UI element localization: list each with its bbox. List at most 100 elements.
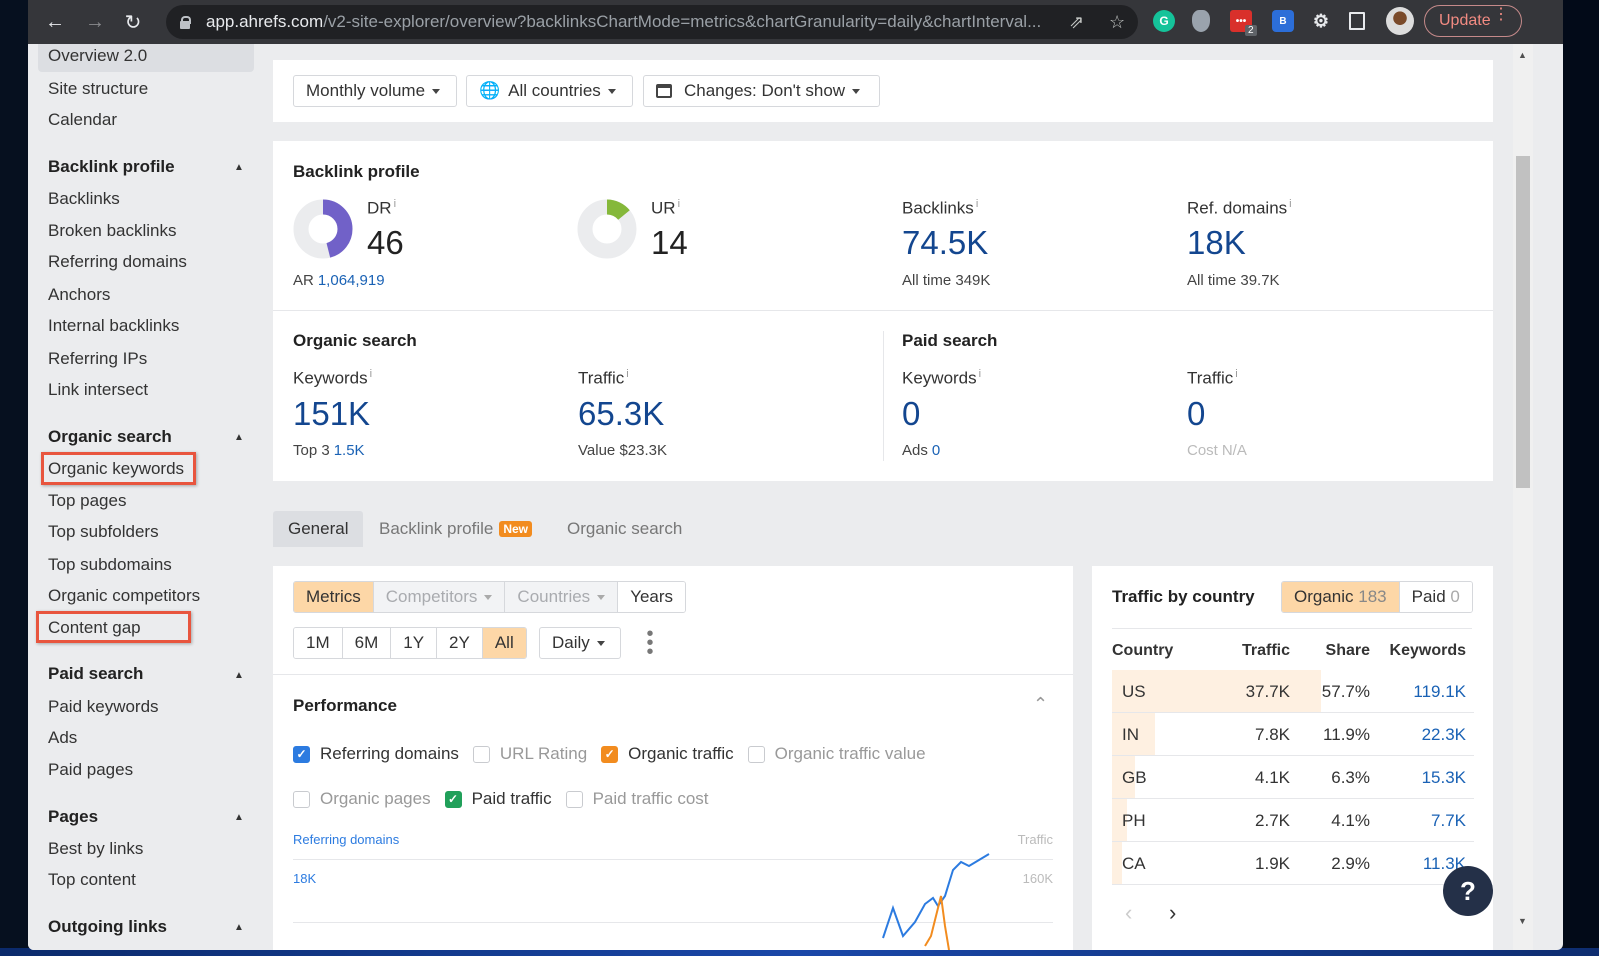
share-icon[interactable]: ⇗ — [1069, 12, 1084, 33]
page-scrollbar[interactable]: ▲ ▼ — [1513, 44, 1533, 950]
backlinks-value[interactable]: 74.5K — [902, 224, 988, 262]
paid-toggle-button[interactable]: Paid 0 — [1399, 582, 1472, 612]
sidebar-item-referring-ips[interactable]: Referring IPs — [48, 349, 147, 369]
info-icon[interactable]: i — [394, 198, 396, 210]
top3-value[interactable]: 1.5K — [334, 442, 365, 459]
table-row[interactable]: US 37.7K 57.7% 119.1K — [1112, 670, 1474, 713]
info-icon[interactable]: i — [979, 368, 981, 380]
sidebar-item-site-structure[interactable]: Site structure — [48, 79, 148, 99]
organic-keywords-value[interactable]: 151K — [293, 395, 370, 433]
range-2y-button[interactable]: 2Y — [437, 628, 483, 658]
reload-button[interactable]: ↻ — [120, 9, 146, 35]
range-1m-button[interactable]: 1M — [294, 628, 343, 658]
info-icon[interactable]: i — [678, 198, 680, 210]
sidebar-section-outgoing-links[interactable]: Outgoing links — [48, 917, 167, 937]
sidebar-item-top-pages[interactable]: Top pages — [48, 491, 126, 511]
sidebar-section-pages[interactable]: Pages — [48, 807, 98, 827]
sidebar-item-top-subdomains[interactable]: Top subdomains — [48, 555, 172, 575]
range-all-button[interactable]: All — [482, 628, 526, 658]
sidebar-item-ads[interactable]: Ads — [48, 728, 77, 748]
sidebar-item-top-subfolders[interactable]: Top subfolders — [48, 522, 159, 542]
sidebar-item-internal-backlinks[interactable]: Internal backlinks — [48, 316, 179, 336]
update-button[interactable]: Update ⋮ — [1424, 5, 1522, 37]
header-country[interactable]: Country — [1112, 642, 1173, 660]
ref-domains-value[interactable]: 18K — [1187, 224, 1246, 262]
collapse-caret-icon[interactable]: ▲ — [234, 162, 244, 173]
tab-backlink-profile[interactable]: Backlink profile New — [364, 511, 547, 547]
organic-traffic-checkbox[interactable]: ✓ — [601, 745, 619, 763]
info-icon[interactable]: i — [976, 198, 978, 210]
tab-organic-search[interactable]: Organic search — [552, 511, 697, 547]
more-options-icon[interactable]: • • • — [645, 624, 655, 662]
paid-traffic-checkbox[interactable]: ✓ — [444, 790, 462, 808]
range-6m-button[interactable]: 6M — [342, 628, 392, 658]
profile-avatar[interactable] — [1386, 7, 1414, 35]
shield-extension-icon[interactable] — [1192, 10, 1210, 32]
monthly-volume-dropdown[interactable]: Monthly volume — [293, 75, 457, 107]
table-row[interactable]: GB 4.1K 6.3% 15.3K — [1112, 756, 1474, 799]
collapse-caret-icon[interactable]: ▲ — [234, 670, 244, 681]
mode-competitors-button[interactable]: Competitors — [373, 582, 506, 612]
granularity-dropdown[interactable]: Daily — [539, 627, 621, 659]
paid-traffic-cost-checkbox[interactable] — [565, 790, 583, 808]
keywords-cell[interactable]: 15.3K — [1422, 768, 1466, 788]
sidebar-item-anchors[interactable]: Anchors — [48, 285, 110, 305]
header-keywords[interactable]: Keywords — [1390, 642, 1466, 660]
collapse-chevron-up-icon[interactable]: ⌃ — [1033, 694, 1048, 715]
sidebar-item-calendar[interactable]: Calendar — [48, 110, 117, 130]
keywords-cell[interactable]: 119.1K — [1413, 682, 1466, 702]
collapse-caret-icon[interactable]: ▲ — [234, 812, 244, 823]
table-row[interactable]: PH 2.7K 4.1% 7.7K — [1112, 799, 1474, 842]
sidebar-item-backlinks[interactable]: Backlinks — [48, 189, 120, 209]
url-rating-checkbox[interactable] — [472, 745, 490, 763]
mode-years-button[interactable]: Years — [618, 582, 686, 612]
sidebar-item-referring-domains[interactable]: Referring domains — [48, 252, 187, 272]
prev-page-icon[interactable]: ‹ — [1125, 900, 1132, 926]
sidebar-item-paid-keywords[interactable]: Paid keywords — [48, 697, 159, 717]
scroll-up-arrow-icon[interactable]: ▲ — [1518, 50, 1527, 60]
collapse-caret-icon[interactable]: ▲ — [234, 432, 244, 443]
sidebar-item-overview[interactable]: Overview 2.0 — [48, 46, 147, 66]
sidebar-item-link-intersect[interactable]: Link intersect — [48, 380, 148, 400]
forward-button[interactable]: → — [82, 9, 108, 35]
header-traffic[interactable]: Traffic — [1242, 642, 1290, 660]
grammarly-extension-icon[interactable]: G — [1153, 10, 1175, 32]
ar-value[interactable]: 1,064,919 — [318, 272, 385, 289]
organic-traffic-value-checkbox[interactable] — [747, 745, 765, 763]
range-1y-button[interactable]: 1Y — [391, 628, 438, 658]
address-bar[interactable]: app.ahrefs.com/v2-site-explorer/overview… — [166, 5, 1138, 39]
sidebar-item-best-by-links[interactable]: Best by links — [48, 839, 143, 859]
sidebar-item-top-content[interactable]: Top content — [48, 870, 136, 890]
info-icon[interactable]: i — [626, 368, 628, 380]
extensions-puzzle-icon[interactable]: ⚙ — [1310, 10, 1332, 32]
info-icon[interactable]: i — [1235, 368, 1237, 380]
scroll-thumb[interactable] — [1516, 156, 1530, 488]
url-text[interactable]: app.ahrefs.com/v2-site-explorer/overview… — [206, 12, 1066, 32]
keywords-cell[interactable]: 7.7K — [1431, 811, 1466, 831]
organic-traffic-value[interactable]: 65.3K — [578, 395, 664, 433]
translate-extension-icon[interactable]: B — [1272, 10, 1294, 32]
organic-pages-checkbox[interactable] — [293, 790, 310, 808]
paid-keywords-value[interactable]: 0 — [902, 395, 920, 433]
back-button[interactable]: ← — [42, 9, 68, 35]
countries-dropdown[interactable]: 🌐 All countries — [466, 75, 633, 107]
mode-countries-button[interactable]: Countries — [505, 582, 619, 612]
sidebar-item-paid-pages[interactable]: Paid pages — [48, 760, 133, 780]
organic-toggle-button[interactable]: Organic 183 — [1282, 582, 1400, 612]
keywords-cell[interactable]: 22.3K — [1422, 725, 1466, 745]
table-row[interactable]: IN 7.8K 11.9% 22.3K — [1112, 713, 1474, 756]
help-button[interactable]: ? — [1443, 866, 1493, 916]
collapse-caret-icon[interactable]: ▲ — [234, 922, 244, 933]
info-icon[interactable]: i — [370, 368, 372, 380]
changes-dropdown[interactable]: Changes: Don't show — [643, 75, 880, 107]
tab-general[interactable]: General — [273, 511, 364, 547]
bookmark-star-icon[interactable]: ☆ — [1109, 12, 1125, 33]
scroll-down-arrow-icon[interactable]: ▼ — [1518, 916, 1527, 926]
side-panel-icon[interactable] — [1349, 12, 1365, 30]
mode-metrics-button[interactable]: Metrics — [294, 582, 374, 612]
sidebar-section-backlink-profile[interactable]: Backlink profile — [48, 157, 175, 177]
table-row[interactable]: CA 1.9K 2.9% 11.3K — [1112, 842, 1474, 885]
referring-domains-checkbox[interactable]: ✓ — [293, 745, 310, 763]
sidebar-item-organic-competitors[interactable]: Organic competitors — [48, 586, 200, 606]
info-icon[interactable]: i — [1289, 198, 1291, 210]
